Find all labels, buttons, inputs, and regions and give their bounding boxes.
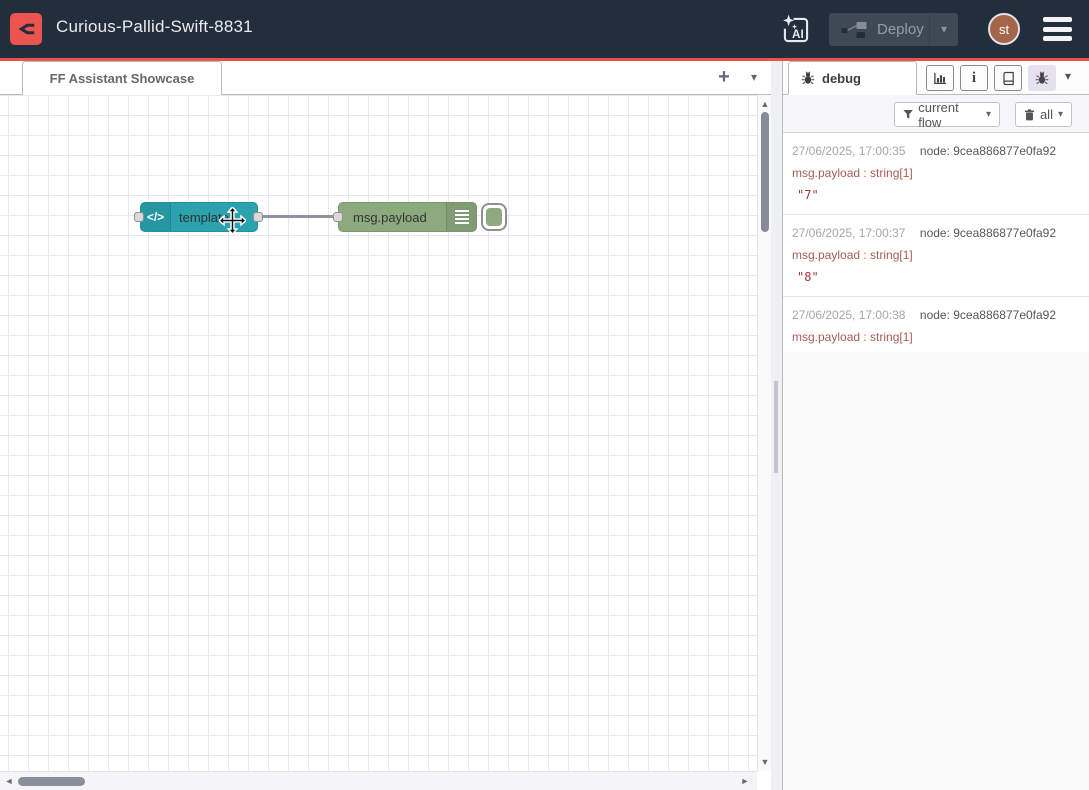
- ai-assistant-icon: AI: [780, 14, 812, 46]
- main-menu-button[interactable]: [1043, 17, 1072, 41]
- flow-list-caret[interactable]: ▾: [744, 67, 764, 87]
- horizontal-scroll-thumb[interactable]: [18, 777, 85, 786]
- debug-clear-label: all: [1040, 107, 1053, 122]
- sidebar-tab-debug[interactable]: debug: [788, 61, 917, 95]
- hamburger-bar: [1043, 27, 1072, 32]
- add-flow-button[interactable]: +: [712, 65, 736, 89]
- debug-clear-button[interactable]: all ▾: [1015, 102, 1072, 127]
- wire-template-to-debug: [263, 215, 339, 218]
- sidebar-resize-handle[interactable]: [774, 381, 778, 473]
- debug-message-list: 27/06/2025, 17:00:35 node: 9cea886877e0f…: [783, 133, 1089, 379]
- template-input-port[interactable]: [134, 212, 144, 222]
- message-source-node: node: 9cea886877e0fa92: [920, 144, 1056, 158]
- sidebar-tab-debug-label: debug: [822, 71, 861, 86]
- sidebar-tabs-caret[interactable]: ▾: [1065, 69, 1071, 83]
- debug-filter-button[interactable]: current flow ▾: [894, 102, 1000, 127]
- message-source-node: node: 9cea886877e0fa92: [920, 308, 1056, 322]
- message-property[interactable]: msg.payload : string[1]: [792, 244, 1080, 266]
- book-icon: [1001, 71, 1016, 86]
- debug-enable-toggle[interactable]: [481, 203, 507, 231]
- message-timestamp: 27/06/2025, 17:00:35: [792, 144, 905, 158]
- debug-list-empty-area: [783, 352, 1089, 790]
- canvas-vertical-scrollbar[interactable]: ▲ ▼: [757, 95, 771, 771]
- scroll-up-arrow[interactable]: ▲: [758, 97, 772, 111]
- ai-assistant-button[interactable]: AI: [776, 10, 816, 50]
- dashboard-tab-button[interactable]: [926, 65, 954, 91]
- chevron-down-icon: ▾: [986, 109, 991, 120]
- debug-output-icon: [446, 203, 476, 231]
- node-debug-label: msg.payload: [345, 210, 435, 225]
- debug-filter-label: current flow: [918, 100, 981, 130]
- sidebar-resize-gutter: [771, 61, 782, 790]
- flow-canvas[interactable]: </> template msg.payload: [0, 95, 757, 771]
- canvas-horizontal-scrollbar[interactable]: ◄ ►: [0, 771, 757, 790]
- bug-icon: [1035, 71, 1049, 85]
- sidebar: debug i: [782, 61, 1089, 790]
- flowfuse-logo[interactable]: [10, 13, 42, 45]
- message-timestamp: 27/06/2025, 17:00:38: [792, 308, 905, 322]
- deploy-icon: [841, 20, 867, 40]
- chart-icon: [933, 71, 948, 86]
- debug-input-port[interactable]: [333, 212, 343, 222]
- debug-tab-button[interactable]: [1028, 65, 1056, 91]
- workspace: FF Assistant Showcase + ▾ </> template m…: [0, 61, 782, 790]
- instance-title: Curious-Pallid-Swift-8831: [56, 17, 253, 37]
- vertical-scroll-thumb[interactable]: [761, 112, 769, 232]
- move-cursor-icon: [219, 207, 246, 234]
- scroll-down-arrow[interactable]: ▼: [758, 755, 772, 769]
- deploy-options-caret[interactable]: ▾: [929, 13, 958, 46]
- help-tab-button[interactable]: [994, 65, 1022, 91]
- debug-filter-toolbar: current flow ▾ all ▾: [783, 95, 1089, 133]
- code-icon: </>: [141, 203, 171, 231]
- flowfuse-logo-glyph: [14, 17, 38, 41]
- sidebar-tabbar: debug i: [783, 61, 1089, 95]
- scroll-right-arrow[interactable]: ►: [738, 774, 752, 788]
- debug-message: 27/06/2025, 17:00:35 node: 9cea886877e0f…: [783, 133, 1089, 215]
- info-icon: i: [972, 70, 976, 87]
- message-value: "8": [792, 266, 1080, 288]
- flow-tab-ff-assistant-showcase[interactable]: FF Assistant Showcase: [22, 61, 222, 95]
- node-debug[interactable]: msg.payload: [338, 202, 477, 232]
- message-value: "7": [792, 184, 1080, 206]
- flow-tabbar: FF Assistant Showcase + ▾: [0, 61, 782, 95]
- flow-tab-label: FF Assistant Showcase: [50, 71, 195, 86]
- deploy-button[interactable]: Deploy ▾: [829, 13, 958, 46]
- chevron-down-icon: ▾: [1058, 109, 1063, 120]
- hamburger-bar: [1043, 17, 1072, 22]
- debug-message: 27/06/2025, 17:00:37 node: 9cea886877e0f…: [783, 215, 1089, 297]
- node-red-app: Curious-Pallid-Swift-8831 AI Deploy ▾ st: [0, 0, 1089, 790]
- trash-icon: [1024, 109, 1035, 121]
- bug-icon: [801, 71, 815, 85]
- deploy-label: Deploy: [877, 21, 924, 38]
- hamburger-bar: [1043, 36, 1072, 41]
- message-timestamp: 27/06/2025, 17:00:37: [792, 226, 905, 240]
- message-property[interactable]: msg.payload : string[1]: [792, 326, 1080, 348]
- message-source-node: node: 9cea886877e0fa92: [920, 226, 1056, 240]
- message-property[interactable]: msg.payload : string[1]: [792, 162, 1080, 184]
- template-output-port[interactable]: [253, 212, 263, 222]
- scroll-left-arrow[interactable]: ◄: [2, 774, 16, 788]
- info-tab-button[interactable]: i: [960, 65, 988, 91]
- funnel-icon: [903, 109, 913, 120]
- header-bar: Curious-Pallid-Swift-8831 AI Deploy ▾ st: [0, 0, 1089, 58]
- user-avatar[interactable]: st: [988, 13, 1020, 45]
- svg-text:AI: AI: [792, 28, 804, 41]
